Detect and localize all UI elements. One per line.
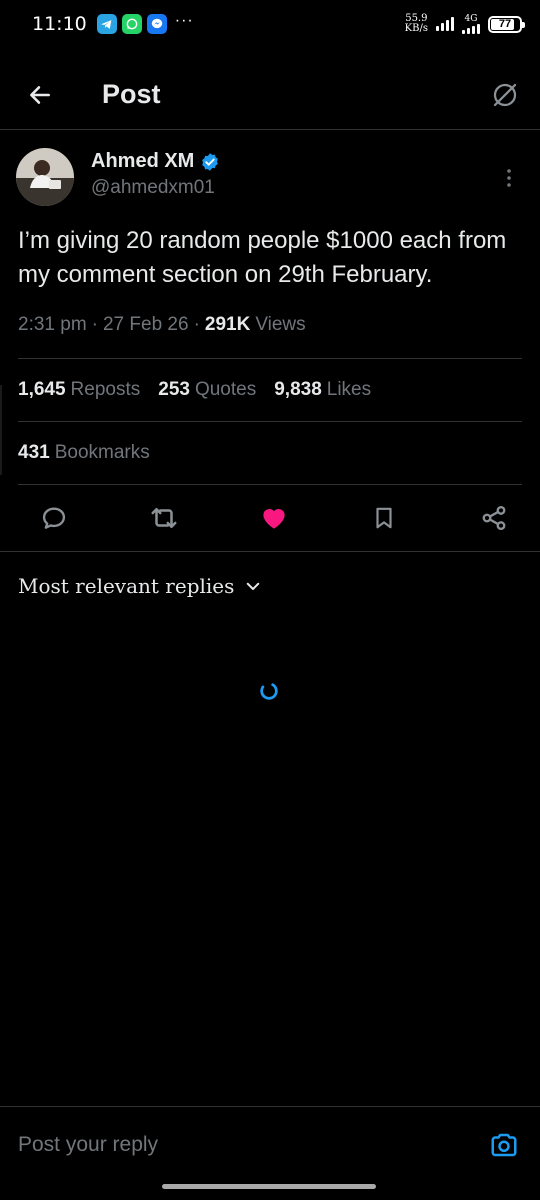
reposts-stat[interactable]: 1,645 Reposts	[18, 379, 140, 401]
post-meta: 2:31 pm · 27 Feb 26 · 291K Views	[0, 292, 540, 340]
status-time: 11:10	[32, 13, 87, 35]
camera-button[interactable]	[486, 1127, 522, 1163]
share-icon	[482, 505, 506, 531]
header: Post	[0, 60, 540, 130]
signal-icon	[436, 17, 454, 31]
likes-stat[interactable]: 9,838 Likes	[274, 379, 371, 401]
post-text: I’m giving 20 random people $1000 each f…	[18, 227, 507, 288]
meta-separator: ·	[91, 314, 98, 335]
avatar[interactable]	[16, 148, 74, 206]
author-name[interactable]: Ahmed XM	[91, 150, 194, 173]
battery-icon: 77	[488, 15, 525, 33]
notification-icons: ···	[96, 12, 194, 34]
post-time: 2:31 pm	[18, 314, 87, 335]
reply-button[interactable]	[38, 502, 70, 534]
author-info: Ahmed XM @ahmedxm01	[91, 150, 220, 199]
network-4g: 4G	[462, 14, 480, 34]
bookmarks-stats: 431 Bookmarks	[0, 422, 540, 484]
battery-level: 77	[498, 18, 512, 30]
replies-sort-label: Most relevant replies	[18, 574, 235, 598]
like-icon	[263, 509, 285, 529]
views-label: Views	[255, 314, 306, 335]
loading-spinner-icon	[260, 682, 278, 700]
engagement-stats: 1,645 Reposts 253 Quotes 9,838 Likes	[0, 359, 540, 421]
share-button[interactable]	[478, 502, 510, 534]
more-options-button[interactable]	[494, 158, 524, 198]
reply-icon	[42, 507, 66, 529]
messenger-icon	[146, 14, 167, 34]
repost-icon	[151, 508, 177, 528]
reply-bar	[0, 1106, 540, 1182]
edge-marker	[0, 385, 2, 475]
like-button[interactable]	[258, 502, 290, 534]
meta-separator: ·	[193, 314, 200, 335]
more-vertical-icon	[507, 169, 511, 187]
author-handle[interactable]: @ahmedxm01	[91, 177, 220, 199]
more-notifications: ···	[174, 12, 194, 29]
verified-badge-icon	[202, 152, 219, 171]
repost-button[interactable]	[148, 502, 180, 534]
telegram-icon	[96, 14, 117, 34]
status-right: 55.9 KB/s 4G 77	[404, 13, 525, 34]
home-indicator[interactable]	[162, 1184, 376, 1189]
status-bar: 11:10 ··· 55.9 KB/s 4G 77	[0, 0, 540, 48]
bookmark-icon	[376, 507, 392, 529]
arrow-left-icon	[30, 85, 50, 104]
post-date: 27 Feb 26	[102, 314, 189, 335]
back-button[interactable]	[0, 60, 80, 130]
post: Ahmed XM @ahmedxm01 I’m giving 20 random…	[0, 131, 540, 620]
chevron-down-icon	[247, 582, 260, 590]
quotes-stat[interactable]: 253 Quotes	[158, 379, 256, 401]
reply-input[interactable]	[18, 1132, 486, 1157]
grok-button[interactable]	[470, 60, 540, 130]
replies-sort-dropdown[interactable]: Most relevant replies	[0, 552, 540, 620]
bookmarks-stat[interactable]: 431 Bookmarks	[18, 442, 150, 464]
author-name-row: Ahmed XM	[91, 150, 220, 173]
signal-2-icon	[462, 23, 480, 34]
camera-icon	[491, 1133, 517, 1156]
grok-icon	[493, 83, 517, 106]
network-speed: 55.9 KB/s	[404, 13, 428, 34]
bookmark-button[interactable]	[368, 502, 400, 534]
views-count[interactable]: 291K	[205, 314, 250, 336]
page-title: Post	[102, 79, 161, 109]
author-row: Ahmed XM @ahmedxm01	[0, 131, 540, 206]
post-actions	[0, 485, 540, 551]
whatsapp-icon	[121, 14, 142, 34]
